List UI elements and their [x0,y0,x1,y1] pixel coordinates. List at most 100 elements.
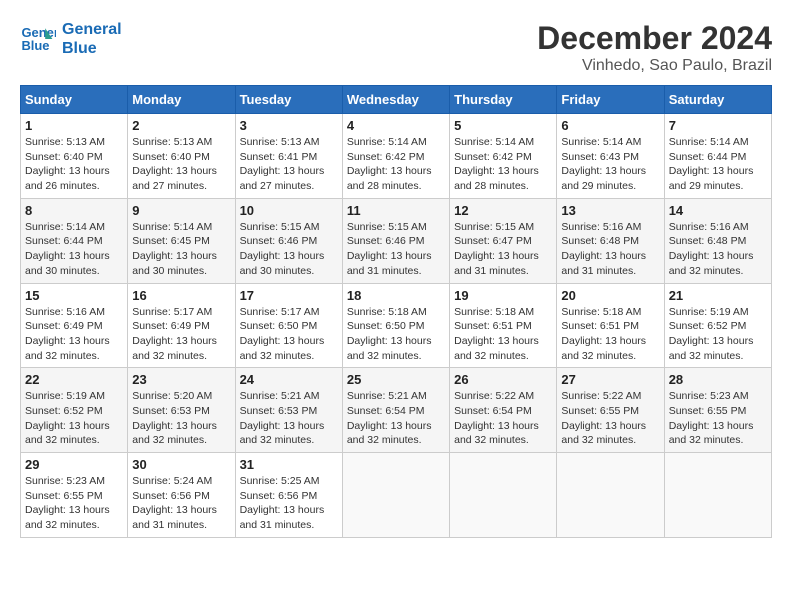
calendar-cell: 3 Sunrise: 5:13 AMSunset: 6:41 PMDaylight… [235,114,342,199]
day-number: 17 [240,288,338,303]
calendar-week-5: 29 Sunrise: 5:23 AMSunset: 6:55 PMDayligh… [21,453,772,538]
calendar-cell: 10 Sunrise: 5:15 AMSunset: 6:46 PMDayligh… [235,198,342,283]
day-info: Sunrise: 5:17 AMSunset: 6:49 PMDaylight:… [132,305,230,364]
title-block: December 2024 Vinhedo, Sao Paulo, Brazil [537,20,772,75]
day-info: Sunrise: 5:21 AMSunset: 6:54 PMDaylight:… [347,389,445,448]
day-number: 30 [132,457,230,472]
day-number: 27 [561,372,659,387]
day-info: Sunrise: 5:15 AMSunset: 6:47 PMDaylight:… [454,220,552,279]
calendar-week-4: 22 Sunrise: 5:19 AMSunset: 6:52 PMDayligh… [21,368,772,453]
day-info: Sunrise: 5:19 AMSunset: 6:52 PMDaylight:… [25,389,123,448]
calendar-cell: 19 Sunrise: 5:18 AMSunset: 6:51 PMDayligh… [450,283,557,368]
page-header: General Blue General Blue December 2024 … [20,20,772,75]
weekday-header-row: SundayMondayTuesdayWednesdayThursdayFrid… [21,86,772,114]
day-info: Sunrise: 5:15 AMSunset: 6:46 PMDaylight:… [240,220,338,279]
weekday-header-friday: Friday [557,86,664,114]
logo: General Blue General Blue [20,20,122,58]
calendar-cell: 16Sunrise: 5:17 AMSunset: 6:49 PMDayligh… [128,283,235,368]
calendar-cell: 6Sunrise: 5:14 AMSunset: 6:43 PMDaylight… [557,114,664,199]
day-number: 11 [347,203,445,218]
calendar-week-2: 8Sunrise: 5:14 AMSunset: 6:44 PMDaylight… [21,198,772,283]
day-info: Sunrise: 5:14 AMSunset: 6:44 PMDaylight:… [669,135,767,194]
calendar-cell: 24 Sunrise: 5:21 AMSunset: 6:53 PMDayligh… [235,368,342,453]
calendar-cell: 9Sunrise: 5:14 AMSunset: 6:45 PMDaylight… [128,198,235,283]
day-info: Sunrise: 5:20 AMSunset: 6:53 PMDaylight:… [132,389,230,448]
day-info: Sunrise: 5:17 AMSunset: 6:50 PMDaylight:… [240,305,338,364]
day-info: Sunrise: 5:22 AMSunset: 6:55 PMDaylight:… [561,389,659,448]
location-subtitle: Vinhedo, Sao Paulo, Brazil [537,57,772,75]
calendar-cell: 5 Sunrise: 5:14 AMSunset: 6:42 PMDaylight… [450,114,557,199]
day-number: 1 [25,118,123,133]
day-number: 20 [561,288,659,303]
day-info: Sunrise: 5:16 AMSunset: 6:48 PMDaylight:… [669,220,767,279]
calendar-cell [450,453,557,538]
logo-line2: Blue [62,39,122,58]
calendar-cell: 17 Sunrise: 5:17 AMSunset: 6:50 PMDayligh… [235,283,342,368]
day-number: 22 [25,372,123,387]
day-info: Sunrise: 5:21 AMSunset: 6:53 PMDaylight:… [240,389,338,448]
day-number: 10 [240,203,338,218]
day-number: 13 [561,203,659,218]
day-number: 24 [240,372,338,387]
calendar-table: SundayMondayTuesdayWednesdayThursdayFrid… [20,85,772,538]
day-number: 25 [347,372,445,387]
calendar-cell [342,453,449,538]
calendar-cell: 27 Sunrise: 5:22 AMSunset: 6:55 PMDayligh… [557,368,664,453]
calendar-cell: 2Sunrise: 5:13 AMSunset: 6:40 PMDaylight… [128,114,235,199]
day-info: Sunrise: 5:15 AMSunset: 6:46 PMDaylight:… [347,220,445,279]
day-number: 3 [240,118,338,133]
day-info: Sunrise: 5:13 AMSunset: 6:41 PMDaylight:… [240,135,338,194]
day-number: 19 [454,288,552,303]
calendar-cell: 4Sunrise: 5:14 AMSunset: 6:42 PMDaylight… [342,114,449,199]
day-info: Sunrise: 5:25 AMSunset: 6:56 PMDaylight:… [240,474,338,533]
day-info: Sunrise: 5:19 AMSunset: 6:52 PMDaylight:… [669,305,767,364]
day-number: 9 [132,203,230,218]
day-number: 14 [669,203,767,218]
day-number: 21 [669,288,767,303]
calendar-cell: 29 Sunrise: 5:23 AMSunset: 6:55 PMDayligh… [21,453,128,538]
calendar-cell: 23Sunrise: 5:20 AMSunset: 6:53 PMDayligh… [128,368,235,453]
day-info: Sunrise: 5:16 AMSunset: 6:49 PMDaylight:… [25,305,123,364]
calendar-cell: 26 Sunrise: 5:22 AMSunset: 6:54 PMDayligh… [450,368,557,453]
calendar-cell: 14 Sunrise: 5:16 AMSunset: 6:48 PMDayligh… [664,198,771,283]
day-number: 29 [25,457,123,472]
day-number: 5 [454,118,552,133]
calendar-cell: 20Sunrise: 5:18 AMSunset: 6:51 PMDayligh… [557,283,664,368]
day-info: Sunrise: 5:22 AMSunset: 6:54 PMDaylight:… [454,389,552,448]
calendar-week-3: 15 Sunrise: 5:16 AMSunset: 6:49 PMDayligh… [21,283,772,368]
svg-text:Blue: Blue [21,38,49,53]
day-info: Sunrise: 5:13 AMSunset: 6:40 PMDaylight:… [132,135,230,194]
day-info: Sunrise: 5:18 AMSunset: 6:50 PMDaylight:… [347,305,445,364]
calendar-cell: 22 Sunrise: 5:19 AMSunset: 6:52 PMDayligh… [21,368,128,453]
calendar-cell: 12 Sunrise: 5:15 AMSunset: 6:47 PMDayligh… [450,198,557,283]
calendar-week-1: 1 Sunrise: 5:13 AMSunset: 6:40 PMDaylight… [21,114,772,199]
day-number: 26 [454,372,552,387]
day-number: 6 [561,118,659,133]
calendar-cell: 13Sunrise: 5:16 AMSunset: 6:48 PMDayligh… [557,198,664,283]
day-number: 8 [25,203,123,218]
calendar-cell: 21 Sunrise: 5:19 AMSunset: 6:52 PMDayligh… [664,283,771,368]
day-number: 12 [454,203,552,218]
calendar-cell: 31Sunrise: 5:25 AMSunset: 6:56 PMDayligh… [235,453,342,538]
calendar-cell: 15 Sunrise: 5:16 AMSunset: 6:49 PMDayligh… [21,283,128,368]
day-info: Sunrise: 5:14 AMSunset: 6:42 PMDaylight:… [454,135,552,194]
logo-line1: General [62,20,122,39]
weekday-header-saturday: Saturday [664,86,771,114]
calendar-cell: 25 Sunrise: 5:21 AMSunset: 6:54 PMDayligh… [342,368,449,453]
weekday-header-thursday: Thursday [450,86,557,114]
calendar-cell: 11 Sunrise: 5:15 AMSunset: 6:46 PMDayligh… [342,198,449,283]
day-info: Sunrise: 5:23 AMSunset: 6:55 PMDaylight:… [25,474,123,533]
day-info: Sunrise: 5:13 AMSunset: 6:40 PMDaylight:… [25,135,123,194]
calendar-cell: 18 Sunrise: 5:18 AMSunset: 6:50 PMDayligh… [342,283,449,368]
day-info: Sunrise: 5:14 AMSunset: 6:42 PMDaylight:… [347,135,445,194]
month-title: December 2024 [537,20,772,57]
day-number: 28 [669,372,767,387]
day-info: Sunrise: 5:18 AMSunset: 6:51 PMDaylight:… [454,305,552,364]
calendar-cell: 30Sunrise: 5:24 AMSunset: 6:56 PMDayligh… [128,453,235,538]
day-info: Sunrise: 5:23 AMSunset: 6:55 PMDaylight:… [669,389,767,448]
calendar-cell: 7Sunrise: 5:14 AMSunset: 6:44 PMDaylight… [664,114,771,199]
day-number: 15 [25,288,123,303]
weekday-header-tuesday: Tuesday [235,86,342,114]
day-number: 18 [347,288,445,303]
weekday-header-sunday: Sunday [21,86,128,114]
